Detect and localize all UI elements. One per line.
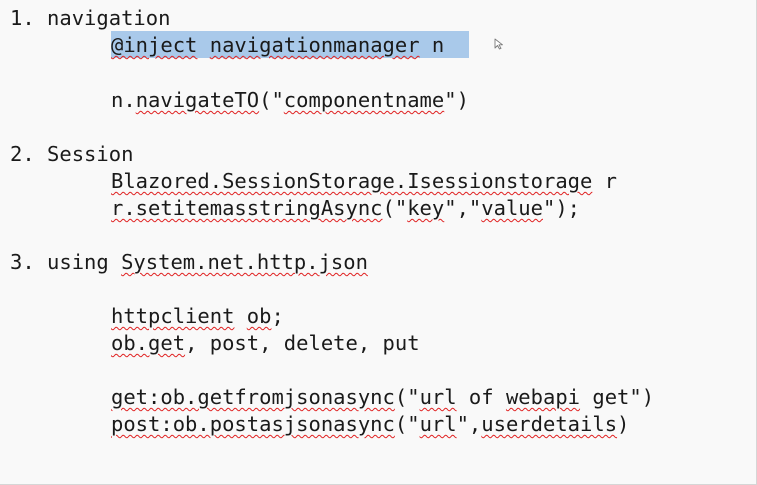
item-3-httpclient-line: httpclient ob; xyxy=(111,304,284,328)
mouse-cursor-icon xyxy=(494,38,503,50)
item-1-inject-line: @inject navigationmanager n xyxy=(111,33,445,57)
item-2-setitem-line: r.setitemasstringAsync("key","value"); xyxy=(111,196,581,220)
item-2-heading: 2. Session xyxy=(10,142,134,166)
notes-editor[interactable]: 1. navigation @inject navigationmanager … xyxy=(0,0,757,485)
item-3-heading: 3. using System.net.http.json xyxy=(10,250,368,274)
item-3-post-line: post:ob.postasjsonasync("url",userdetail… xyxy=(111,412,630,436)
item-3-methods-line: ob.get, post, delete, put xyxy=(111,331,420,355)
item-1-navigate-line: n.navigateTO("componentname") xyxy=(111,88,469,112)
item-3-get-line: get:ob.getfromjsonasync("url of webapi g… xyxy=(111,385,655,409)
item-2-storage-line: Blazored.SessionStorage.Isessionstorage … xyxy=(111,169,618,193)
item-1-heading: 1. navigation xyxy=(10,6,171,30)
